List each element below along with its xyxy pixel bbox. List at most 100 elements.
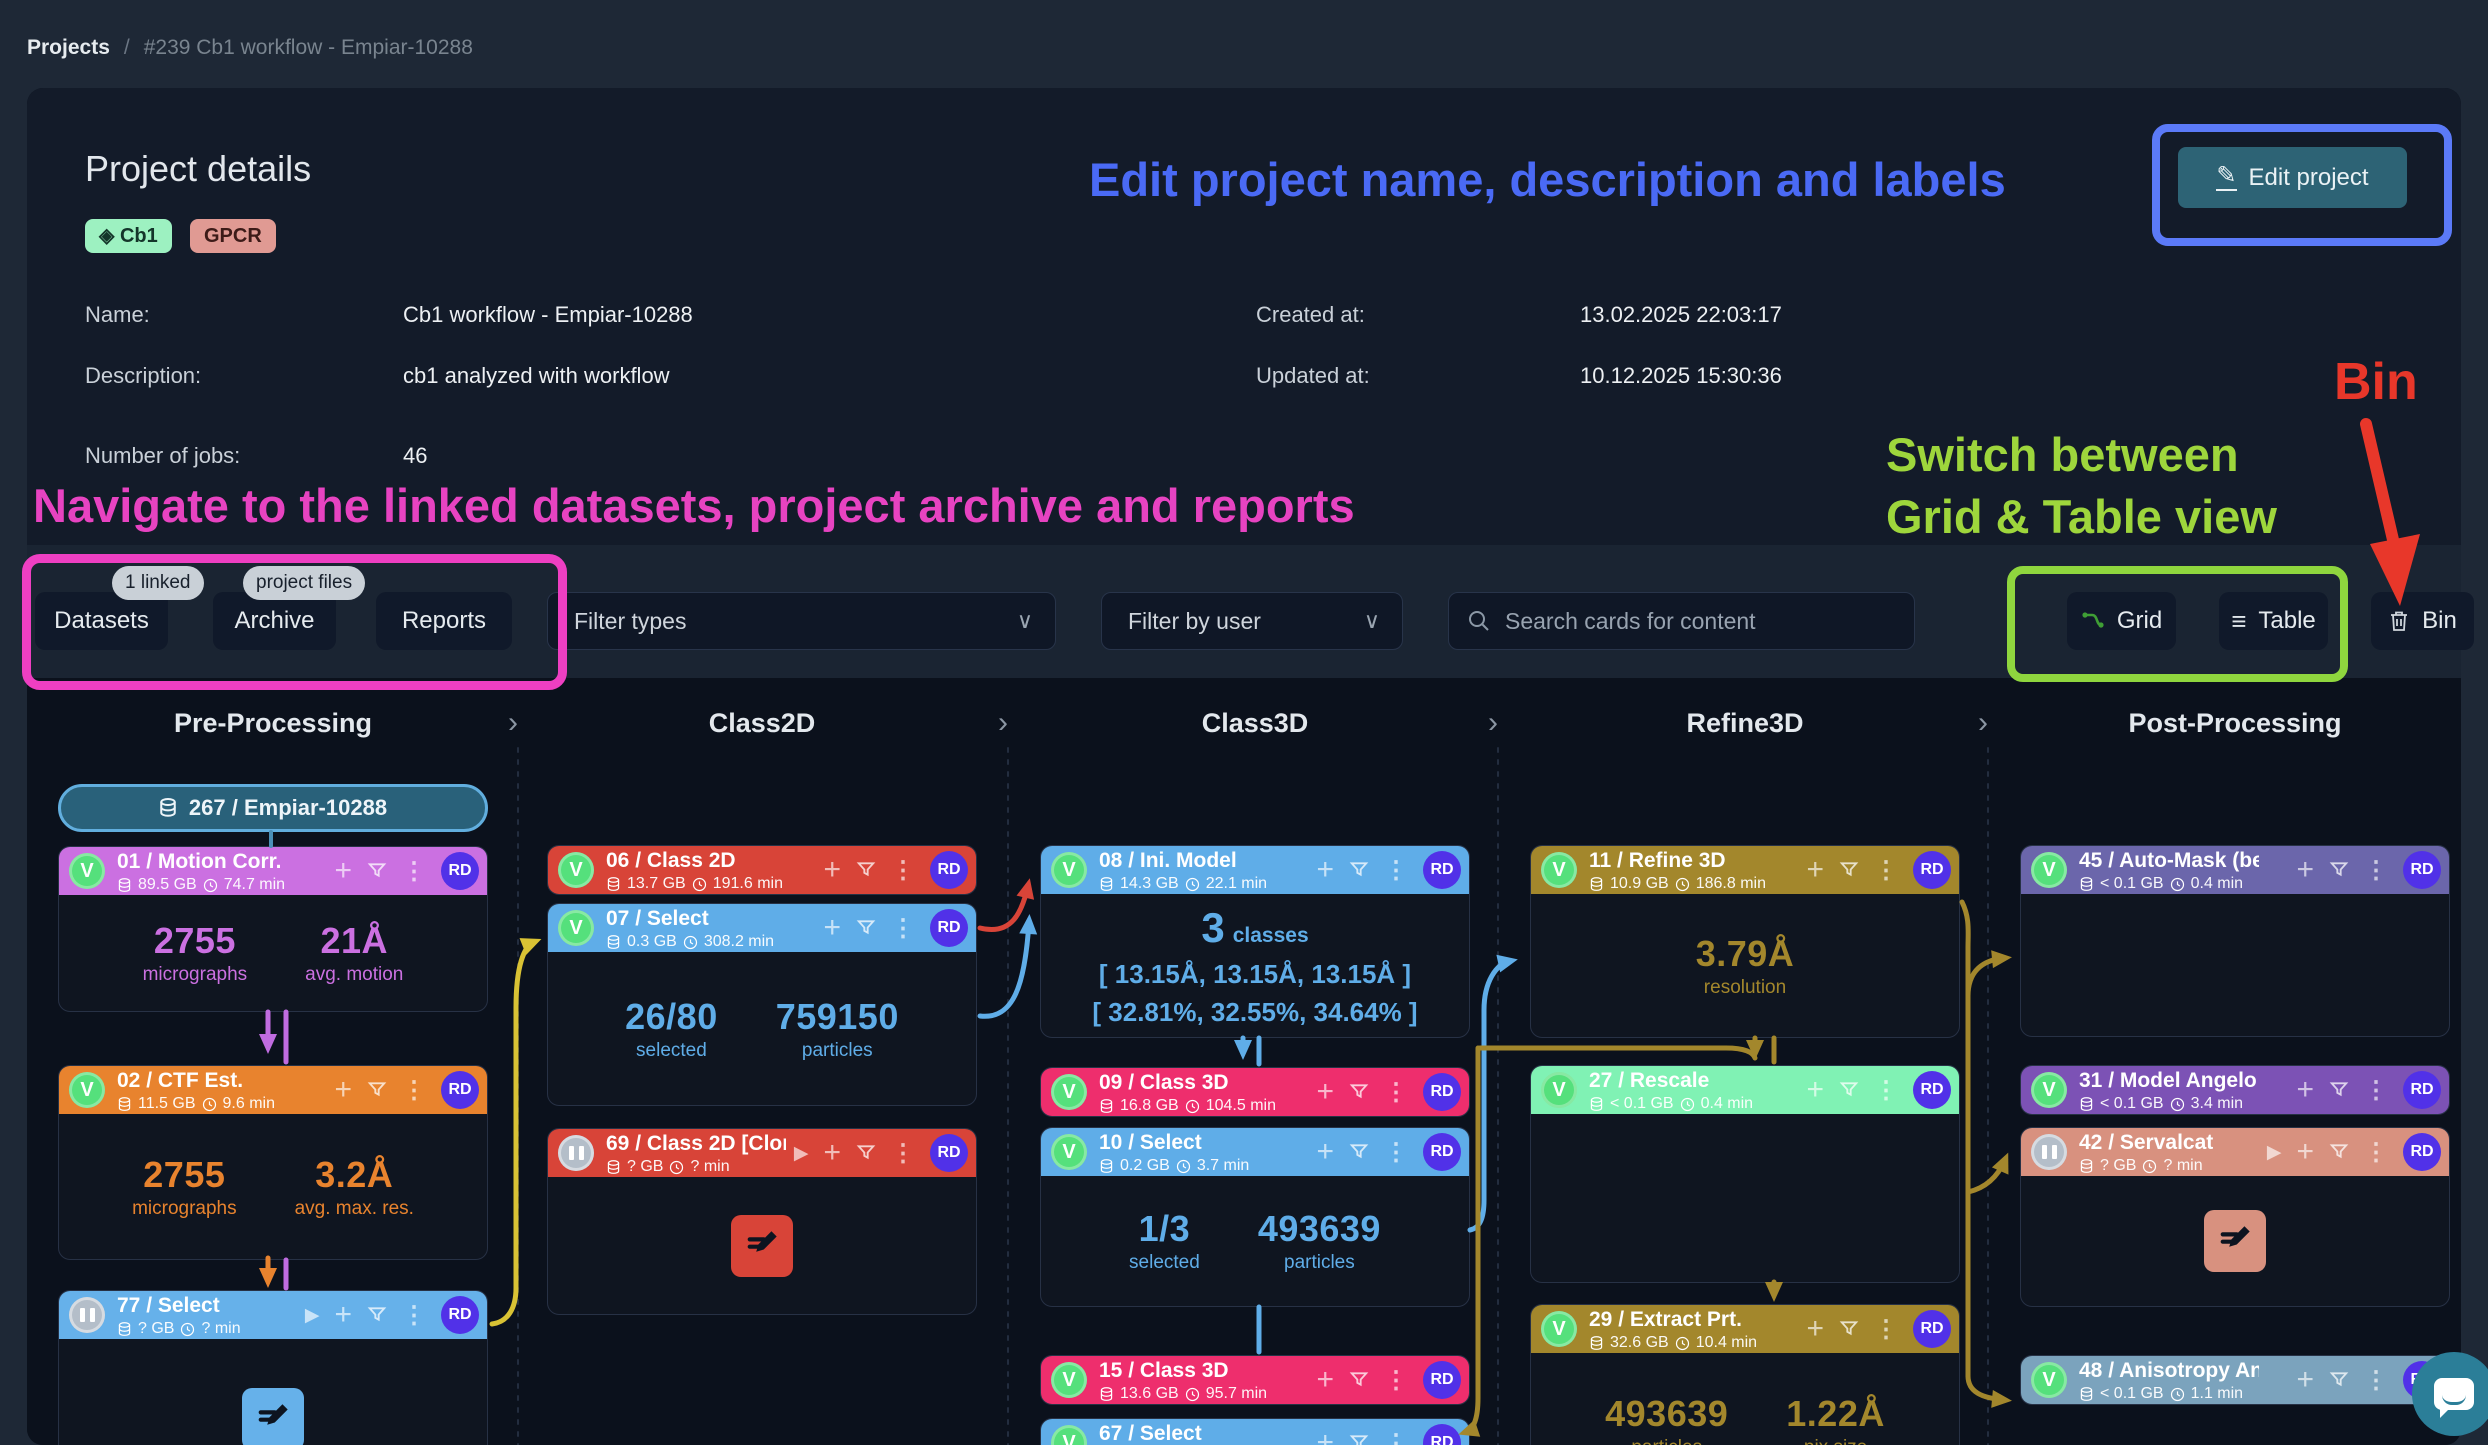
kebab-menu-icon[interactable]: ⋮	[891, 914, 915, 943]
filter-user-dropdown[interactable]: Filter by user ∨	[1101, 592, 1403, 650]
filter-icon[interactable]	[1349, 860, 1369, 880]
job-meta: 13.7 GB 191.6 min	[606, 875, 786, 893]
project-label-gpcr[interactable]: GPCR	[190, 219, 276, 253]
project-label-cb1[interactable]: ◈ Cb1	[85, 219, 172, 253]
filter-icon[interactable]	[856, 918, 876, 938]
add-icon[interactable]: +	[823, 1139, 841, 1167]
play-icon[interactable]: ▶	[794, 1142, 809, 1165]
tab-datasets[interactable]: Datasets	[35, 592, 168, 650]
filter-icon[interactable]	[367, 1305, 387, 1325]
kebab-menu-icon[interactable]: ⋮	[2364, 1366, 2388, 1395]
job-card[interactable]: V 29 / Extract Prt. 32.6 GB 10.4 min + ⋮…	[1530, 1304, 1960, 1445]
filter-icon[interactable]	[367, 861, 387, 881]
filter-icon[interactable]	[1839, 860, 1859, 880]
add-icon[interactable]: +	[823, 914, 841, 942]
filter-icon[interactable]	[2329, 1080, 2349, 1100]
add-icon[interactable]: +	[1316, 856, 1334, 884]
status-badge: V	[1541, 1311, 1577, 1347]
filter-icon[interactable]	[367, 1080, 387, 1100]
job-card[interactable]: V 07 / Select 0.3 GB 308.2 min + ⋮ RD 26…	[547, 903, 977, 1106]
kebab-menu-icon[interactable]: ⋮	[2364, 856, 2388, 885]
kebab-menu-icon[interactable]: ⋮	[1384, 1429, 1408, 1445]
user-badge: RD	[2403, 851, 2441, 889]
filter-icon[interactable]	[1349, 1082, 1369, 1102]
filter-icon[interactable]	[1349, 1370, 1369, 1390]
grid-view-button[interactable]: Grid	[2067, 592, 2176, 650]
kebab-menu-icon[interactable]: ⋮	[1384, 1366, 1408, 1395]
column-chevron-icon[interactable]: ›	[1488, 706, 1498, 740]
add-icon[interactable]: +	[2296, 856, 2314, 884]
add-icon[interactable]: +	[334, 1301, 352, 1329]
job-card[interactable]: V 67 / Select + ⋮ RD	[1040, 1418, 1470, 1445]
kebab-menu-icon[interactable]: ⋮	[402, 857, 426, 886]
kebab-menu-icon[interactable]: ⋮	[1384, 1138, 1408, 1167]
filter-icon[interactable]	[856, 860, 876, 880]
kebab-menu-icon[interactable]: ⋮	[891, 1139, 915, 1168]
add-icon[interactable]: +	[2296, 1366, 2314, 1394]
job-card[interactable]: V 48 / Anisotropy Analysis… < 0.1 GB 1.1…	[2020, 1355, 2450, 1405]
job-card[interactable]: V 09 / Class 3D 16.8 GB 104.5 min + ⋮ RD	[1040, 1067, 1470, 1117]
job-card[interactable]: V 31 / Model Angelo < 0.1 GB 3.4 min + ⋮…	[2020, 1065, 2450, 1115]
job-card[interactable]: V 08 / Ini. Model 14.3 GB 22.1 min + ⋮ R…	[1040, 845, 1470, 1038]
job-card[interactable]: V 11 / Refine 3D 10.9 GB 186.8 min + ⋮ R…	[1530, 845, 1960, 1038]
filter-icon[interactable]	[2329, 1142, 2349, 1162]
add-icon[interactable]: +	[1316, 1078, 1334, 1106]
column-chevron-icon[interactable]: ›	[508, 706, 518, 740]
filter-icon[interactable]	[856, 1143, 876, 1163]
kebab-menu-icon[interactable]: ⋮	[1874, 856, 1898, 885]
dataset-pill[interactable]: 267 / Empiar-10288	[58, 784, 488, 832]
add-icon[interactable]: +	[1316, 1366, 1334, 1394]
add-icon[interactable]: +	[334, 857, 352, 885]
kebab-menu-icon[interactable]: ⋮	[402, 1076, 426, 1105]
tab-reports[interactable]: Reports	[376, 592, 512, 650]
kebab-menu-icon[interactable]: ⋮	[1874, 1315, 1898, 1344]
job-card[interactable]: 42 / Servalcat ? GB ? min ▶ + ⋮ RD	[2020, 1127, 2450, 1307]
job-card[interactable]: V 27 / Rescale < 0.1 GB 0.4 min + ⋮ RD	[1530, 1065, 1960, 1283]
play-icon[interactable]: ▶	[305, 1304, 320, 1327]
tab-archive[interactable]: Archive	[213, 592, 336, 650]
add-icon[interactable]: +	[823, 856, 841, 884]
filter-icon[interactable]	[1839, 1319, 1859, 1339]
add-icon[interactable]: +	[2296, 1076, 2314, 1104]
kebab-menu-icon[interactable]: ⋮	[1384, 1078, 1408, 1107]
kebab-menu-icon[interactable]: ⋮	[1384, 856, 1408, 885]
job-card[interactable]: V 02 / CTF Est. 11.5 GB 9.6 min + ⋮ RD 2…	[58, 1065, 488, 1260]
filter-icon[interactable]	[1349, 1142, 1369, 1162]
job-card[interactable]: 77 / Select ? GB ? min ▶ + ⋮ RD	[58, 1290, 488, 1445]
edit-project-button[interactable]: ✎ Edit project	[2178, 147, 2407, 208]
filter-icon[interactable]	[1349, 1433, 1369, 1445]
bin-button[interactable]: Bin	[2371, 592, 2474, 650]
filter-icon[interactable]	[2329, 860, 2349, 880]
job-card[interactable]: V 06 / Class 2D 13.7 GB 191.6 min + ⋮ RD	[547, 845, 977, 895]
search-field[interactable]	[1448, 592, 1915, 650]
add-icon[interactable]: +	[1316, 1429, 1334, 1445]
table-view-button[interactable]: ≡ Table	[2219, 592, 2328, 650]
filter-icon[interactable]	[2329, 1370, 2349, 1390]
column-header: Pre-Processing	[58, 708, 488, 739]
kebab-menu-icon[interactable]: ⋮	[2364, 1076, 2388, 1105]
add-icon[interactable]: +	[1806, 856, 1824, 884]
job-card[interactable]: V 45 / Auto-Mask (beta) < 0.1 GB 0.4 min…	[2020, 845, 2450, 1037]
job-card[interactable]: V 01 / Motion Corr. 89.5 GB 74.7 min + ⋮…	[58, 846, 488, 1012]
add-icon[interactable]: +	[1316, 1138, 1334, 1166]
search-input[interactable]	[1503, 607, 1896, 636]
job-card[interactable]: V 10 / Select 0.2 GB 3.7 min + ⋮ RD 1/3s…	[1040, 1127, 1470, 1307]
job-card[interactable]: 69 / Class 2D [Clone of ? GB ? min ▶ + ⋮…	[547, 1128, 977, 1315]
filter-types-dropdown[interactable]: Filter types ∨	[547, 592, 1056, 650]
column-chevron-icon[interactable]: ›	[1978, 706, 1988, 740]
kebab-menu-icon[interactable]: ⋮	[891, 856, 915, 885]
add-icon[interactable]: +	[334, 1076, 352, 1104]
add-icon[interactable]: +	[1806, 1315, 1824, 1343]
breadcrumb-projects-link[interactable]: Projects	[27, 36, 110, 60]
play-icon[interactable]: ▶	[2267, 1141, 2282, 1164]
filter-icon[interactable]	[1839, 1080, 1859, 1100]
job-card[interactable]: V 15 / Class 3D 13.6 GB 95.7 min + ⋮ RD	[1040, 1355, 1470, 1405]
add-icon[interactable]: +	[1806, 1076, 1824, 1104]
chat-bubble-button[interactable]	[2412, 1352, 2488, 1436]
column-chevron-icon[interactable]: ›	[998, 706, 1008, 740]
kebab-menu-icon[interactable]: ⋮	[2364, 1138, 2388, 1167]
clock-icon	[1185, 877, 1200, 892]
kebab-menu-icon[interactable]: ⋮	[402, 1301, 426, 1330]
add-icon[interactable]: +	[2296, 1138, 2314, 1166]
kebab-menu-icon[interactable]: ⋮	[1874, 1076, 1898, 1105]
